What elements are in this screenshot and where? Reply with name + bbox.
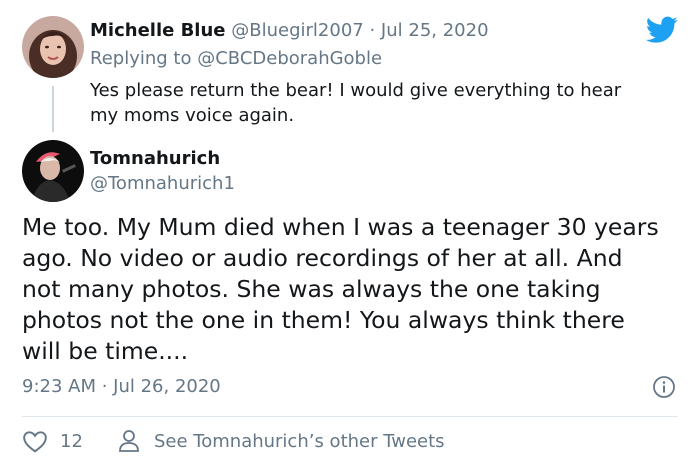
heart-icon (22, 429, 48, 453)
tweet-date[interactable]: Jul 25, 2020 (381, 20, 489, 41)
person-icon (118, 429, 140, 453)
tweet-timestamp[interactable]: 9:23 AM · Jul 26, 2020 (22, 376, 221, 397)
replying-prefix: Replying to (90, 48, 192, 69)
author-name[interactable]: Michelle Blue (90, 20, 226, 41)
tweet-text-line: ago. No video or audio recordings of her… (22, 244, 623, 272)
like-count: 12 (60, 430, 83, 452)
like-button[interactable]: 12 (22, 428, 83, 454)
see-other-tweets-link[interactable]: See Tomnahurich’s other Tweets (118, 428, 445, 454)
reply-header: Michelle Blue @Bluegirl2007 · Jul 25, 20… (90, 20, 489, 41)
avatar-tomnahurich[interactable] (22, 140, 84, 202)
avatar-michelle-blue[interactable] (22, 16, 84, 78)
info-icon[interactable] (652, 375, 676, 399)
separator: · (369, 20, 376, 41)
replying-handle[interactable]: @CBCDeborahGoble (197, 48, 382, 69)
main-tweet-text: Me too. My Mum died when I was a teenage… (22, 212, 659, 367)
tweet-text-line: not many photos. She was always the one … (22, 275, 601, 303)
reply-thread-line (52, 86, 54, 132)
main-author-name[interactable]: Tomnahurich (90, 148, 220, 169)
tweet-text-line: photos not the one in them! You always t… (22, 306, 625, 334)
tweet-text-line: will be time.... (22, 337, 189, 365)
reply-text-line: Yes please return the bear! I would give… (90, 80, 622, 101)
replying-to: Replying to @CBCDeborahGoble (90, 48, 382, 69)
author-handle[interactable]: @Bluegirl2007 (231, 20, 363, 41)
reply-text-line: my moms voice again. (90, 105, 295, 126)
main-author-handle[interactable]: @Tomnahurich1 (90, 173, 235, 194)
see-other-tweets-label: See Tomnahurich’s other Tweets (154, 430, 445, 452)
twitter-bird-icon[interactable] (645, 16, 678, 44)
reply-text: Yes please return the bear! I would give… (90, 78, 621, 128)
divider (22, 416, 678, 417)
tweet-text-line: Me too. My Mum died when I was a teenage… (22, 213, 659, 241)
